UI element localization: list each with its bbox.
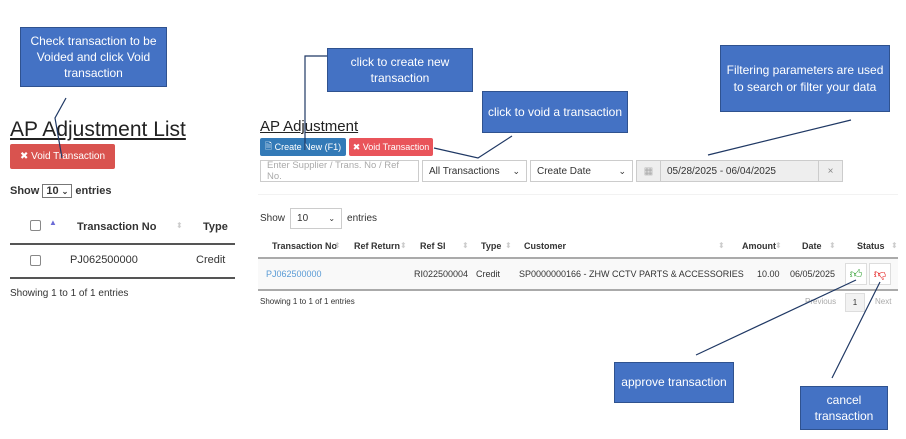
callout-text: approve transaction bbox=[621, 375, 727, 390]
close-icon: ✖ bbox=[352, 141, 363, 152]
row-transaction-no: PJ062500000 bbox=[70, 254, 138, 266]
callout-text: click to void a transaction bbox=[487, 104, 623, 119]
void-label: Void Transaction bbox=[31, 151, 106, 162]
column-header-transaction-no[interactable]: Transaction No bbox=[272, 241, 337, 251]
page-size-value: 10 bbox=[46, 185, 59, 197]
entries-label: entries bbox=[347, 213, 378, 224]
callout-text: Filtering parameters are used to search … bbox=[726, 63, 884, 94]
chevron-down-icon: ⌄ bbox=[328, 214, 336, 223]
row-amount: 10.00 bbox=[757, 269, 780, 279]
callout-void: click to void a transaction bbox=[482, 91, 628, 133]
callout-line bbox=[433, 135, 513, 159]
pagination-next[interactable]: Next bbox=[875, 297, 891, 306]
divider bbox=[258, 194, 898, 195]
sort-icon[interactable]: ⬍ bbox=[505, 241, 512, 250]
date-range-value: 05/28/2025 - 06/04/2025 bbox=[667, 165, 776, 177]
column-header-type[interactable]: Type bbox=[203, 221, 228, 233]
sort-asc-icon[interactable]: ▲ bbox=[49, 218, 57, 227]
page-size-value: 10 bbox=[297, 213, 309, 224]
page-title: AP Adjustment bbox=[260, 118, 359, 135]
row-type: Credit bbox=[196, 254, 226, 266]
column-header-ref-si[interactable]: Ref SI bbox=[420, 241, 446, 251]
left-page-size-select[interactable]: 10 ⌄ bbox=[42, 184, 73, 198]
sort-icon[interactable]: ⬍ bbox=[775, 241, 782, 250]
divider bbox=[10, 277, 235, 279]
chevron-down-icon: ⌄ bbox=[618, 165, 626, 176]
callout-cancel: cancel transaction bbox=[800, 386, 888, 430]
chevron-down-icon: ⌄ bbox=[512, 165, 520, 176]
divider bbox=[10, 243, 235, 245]
sort-icon[interactable]: ⬍ bbox=[334, 241, 341, 250]
close-icon: ✖ bbox=[19, 151, 32, 162]
column-header-type[interactable]: Type bbox=[481, 241, 501, 251]
callout-filter: Filtering parameters are used to search … bbox=[720, 45, 890, 112]
entries-label: entries bbox=[75, 185, 112, 197]
column-header-ref-return[interactable]: Ref Return bbox=[354, 241, 400, 251]
row-ref-si: RI022500004 bbox=[414, 269, 469, 279]
page-size-select[interactable]: 10 ⌄ bbox=[290, 208, 343, 229]
create-label: Create New (F1) bbox=[274, 142, 342, 152]
void-transaction-button[interactable]: ✖ Void Transaction bbox=[349, 138, 433, 156]
transaction-type-select[interactable]: All Transactions ⌄ bbox=[422, 160, 527, 182]
row-type: Credit bbox=[476, 269, 501, 279]
column-header-date[interactable]: Date bbox=[802, 241, 822, 251]
clear-date-button[interactable]: × bbox=[818, 160, 843, 182]
column-header-customer[interactable]: Customer bbox=[524, 241, 566, 251]
thumbs-up-icon: 👍︎ bbox=[849, 266, 863, 281]
divider bbox=[258, 289, 898, 291]
close-icon: × bbox=[827, 165, 834, 177]
left-void-transaction-button[interactable]: ✖ Void Transaction bbox=[10, 144, 115, 169]
sort-icon[interactable]: ⬍ bbox=[176, 221, 183, 230]
column-header-amount[interactable]: Amount bbox=[742, 241, 776, 251]
callout-approve: approve transaction bbox=[614, 362, 734, 403]
row-date: 06/05/2025 bbox=[790, 269, 836, 279]
column-header-transaction-no[interactable]: Transaction No bbox=[77, 221, 156, 233]
select-all-checkbox[interactable] bbox=[30, 220, 41, 231]
row-customer: SP0000000166 - ZHW CCTV PARTS & ACCESSOR… bbox=[519, 269, 744, 279]
void-label: Void Transaction bbox=[362, 142, 430, 152]
sort-icon[interactable]: ⬍ bbox=[891, 241, 898, 250]
pagination-page-1[interactable]: 1 bbox=[845, 293, 865, 312]
calendar-addon[interactable]: ▦ bbox=[636, 160, 661, 182]
search-placeholder: Enter Supplier / Trans. No / Ref No. bbox=[267, 160, 400, 182]
type-filter-value: All Transactions bbox=[429, 165, 500, 177]
show-label: Show bbox=[10, 185, 40, 197]
length-control: Show 10 ⌄ entries bbox=[260, 208, 377, 229]
calendar-icon: ▦ bbox=[643, 165, 654, 177]
callout-text: cancel transaction bbox=[814, 392, 874, 423]
pagination-previous[interactable]: Previous bbox=[805, 297, 836, 306]
date-range-input[interactable]: 05/28/2025 - 06/04/2025 bbox=[660, 160, 819, 182]
page-number: 1 bbox=[852, 298, 858, 307]
callout-line bbox=[707, 119, 852, 156]
date-filter-value: Create Date bbox=[537, 165, 591, 177]
search-input[interactable]: Enter Supplier / Trans. No / Ref No. bbox=[260, 160, 419, 182]
column-header-status[interactable]: Status bbox=[857, 241, 885, 251]
sort-icon[interactable]: ⬍ bbox=[718, 241, 725, 250]
left-page-title: AP Adjustment List bbox=[10, 118, 186, 141]
callout-line bbox=[304, 55, 327, 150]
left-length-control: Show 10 ⌄ entries bbox=[10, 184, 111, 198]
approve-button[interactable]: 👍︎ bbox=[845, 263, 867, 285]
row-transaction-no-link[interactable]: PJ062500000 bbox=[266, 269, 322, 279]
file-icon: 🗎 bbox=[264, 141, 275, 151]
sort-icon[interactable]: ⬍ bbox=[462, 241, 469, 250]
chevron-down-icon: ⌄ bbox=[61, 187, 69, 196]
callout-void-check: Check transaction to be Voided and click… bbox=[20, 27, 167, 87]
callout-text: click to create new transaction bbox=[350, 54, 450, 85]
row-checkbox[interactable] bbox=[30, 255, 41, 266]
create-new-button[interactable]: 🗎 Create New (F1) bbox=[260, 138, 346, 156]
left-table-info: Showing 1 to 1 of 1 entries bbox=[10, 288, 129, 299]
table-info: Showing 1 to 1 of 1 entries bbox=[260, 297, 355, 306]
cancel-button[interactable]: 👎︎ bbox=[869, 263, 891, 285]
thumbs-down-icon: 👎︎ bbox=[873, 266, 887, 281]
sort-icon[interactable]: ⬍ bbox=[829, 241, 836, 250]
callout-line bbox=[695, 279, 857, 356]
callout-create: click to create new transaction bbox=[327, 48, 473, 92]
callout-text: Check transaction to be Voided and click… bbox=[30, 33, 157, 81]
date-type-select[interactable]: Create Date ⌄ bbox=[530, 160, 633, 182]
show-label: Show bbox=[260, 213, 286, 224]
sort-icon[interactable]: ⬍ bbox=[400, 241, 407, 250]
